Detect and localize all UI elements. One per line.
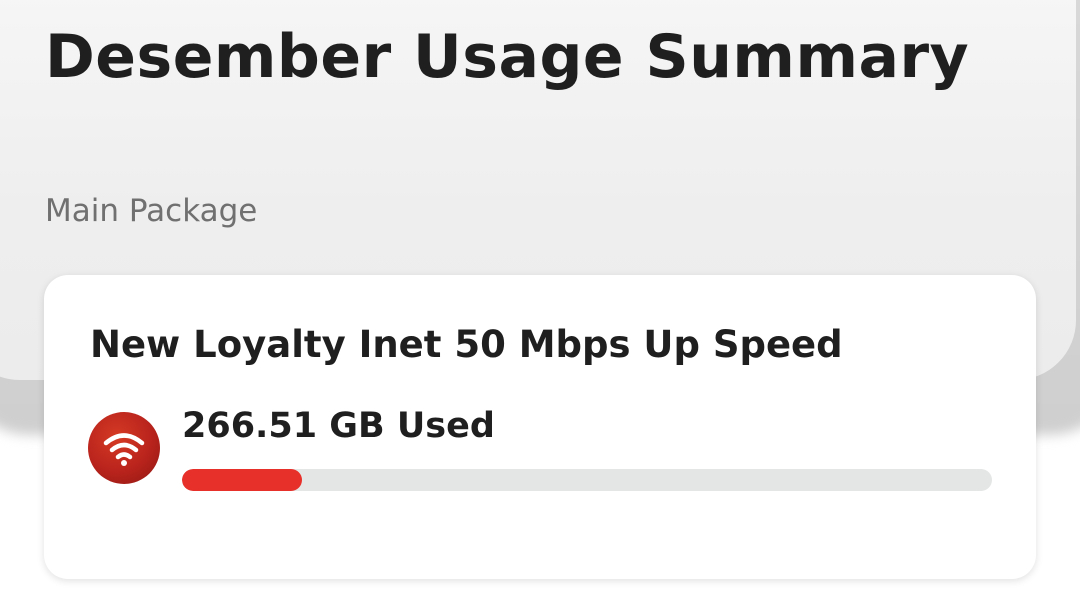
usage-summary-screen: Desember Usage Summary Main Package New … [0,0,1080,611]
usage-progress-bar [182,469,992,491]
package-name: New Loyalty Inet 50 Mbps Up Speed [90,323,843,366]
section-label-main-package: Main Package [45,193,258,229]
wifi-icon [88,412,160,484]
usage-progress-fill [182,469,302,491]
page-title: Desember Usage Summary [45,22,970,92]
wifi-icon-glyph [103,433,145,466]
package-card[interactable]: New Loyalty Inet 50 Mbps Up Speed 266.51… [44,275,1036,579]
usage-amount-text: 266.51 GB Used [182,406,495,446]
